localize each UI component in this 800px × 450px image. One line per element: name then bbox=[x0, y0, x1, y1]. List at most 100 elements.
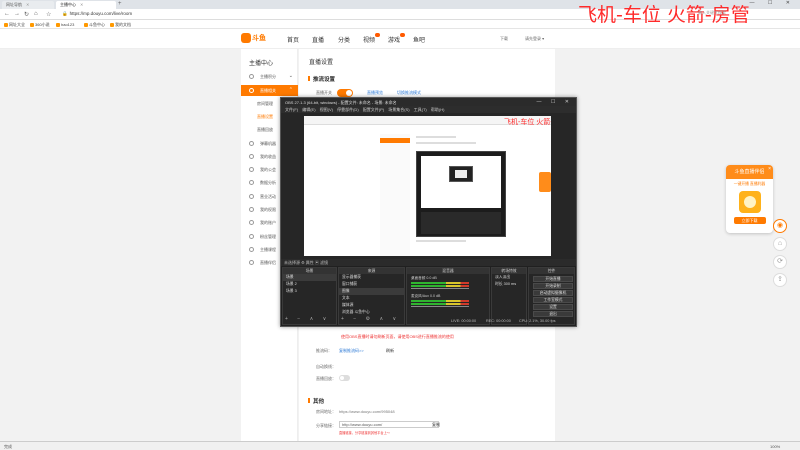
sidebar-item-live[interactable]: 直播相关 ⌃ bbox=[241, 85, 298, 96]
companion-icon bbox=[249, 260, 254, 265]
star-icon[interactable]: ☆ bbox=[46, 11, 51, 18]
browser-tab[interactable]: 网址导航 ✕ bbox=[2, 1, 54, 9]
obs-preview[interactable]: 飞机-车位 火箭-房管 bbox=[281, 113, 576, 259]
virtual-camera-button[interactable]: 启动虚拟摄像机 bbox=[533, 290, 573, 296]
promo-widget[interactable]: 斗鱼直播伴侣 × 一键开播 直播利器 立即下载 bbox=[726, 165, 773, 233]
source-item[interactable]: 图像 bbox=[339, 288, 404, 295]
start-recording-button[interactable]: 开始录制 bbox=[533, 283, 573, 289]
nested-obs-canvas bbox=[421, 156, 501, 208]
obs-window-controls[interactable]: — ☐ ✕ bbox=[537, 99, 573, 105]
volume-slider[interactable] bbox=[411, 306, 469, 307]
replay-label: 直播回放： bbox=[316, 376, 336, 381]
scene-item[interactable]: 场景 2 bbox=[283, 281, 336, 288]
refresh-button[interactable]: 刷新 bbox=[386, 348, 394, 354]
obs-menu-bar[interactable]: 文件(F) 编辑(E) 视图(V) 停靠部件(D) 配置文件(P) 场景集合(S… bbox=[281, 106, 576, 113]
home-icon[interactable]: ⌂ bbox=[34, 11, 38, 17]
zoom-level[interactable]: 100% bbox=[770, 444, 780, 449]
settings-button[interactable]: 设置 bbox=[533, 304, 573, 310]
bookmark-item[interactable]: 我的文档 bbox=[110, 22, 131, 28]
lock-icon: 🔒 bbox=[62, 11, 68, 16]
dock-title: 控件 bbox=[529, 268, 574, 274]
bookmark-item[interactable]: 斗鱼中心 bbox=[84, 22, 105, 28]
home-icon[interactable]: ⌂ bbox=[773, 237, 787, 251]
obs-window: OBS 27.1.3 (64-bit, windows) - 配置文件: 未命名… bbox=[280, 97, 577, 327]
preview-canvas: 飞机-车位 火箭-房管 bbox=[304, 116, 551, 256]
refresh-icon[interactable]: ↻ bbox=[24, 11, 29, 18]
forward-icon[interactable]: → bbox=[14, 11, 20, 17]
new-badge bbox=[400, 33, 406, 37]
source-item[interactable]: 显示器捕获 bbox=[339, 274, 404, 281]
auto-line-label: 自动换线： bbox=[316, 364, 336, 369]
course-icon bbox=[249, 247, 254, 252]
source-item[interactable]: 文本 bbox=[339, 295, 404, 302]
tab-label: 网址导航 bbox=[6, 2, 22, 7]
exit-button[interactable]: 退出 bbox=[533, 311, 573, 317]
status-text: 完成 bbox=[4, 444, 12, 449]
guild-icon bbox=[249, 167, 254, 172]
scene-item[interactable]: 场景 3 bbox=[283, 288, 336, 295]
bookmark-item[interactable]: hao123 bbox=[56, 22, 74, 27]
new-tab-button[interactable]: + bbox=[118, 1, 122, 7]
stream-code-label: 推流码： bbox=[316, 348, 332, 353]
site-logo[interactable]: 斗鱼 bbox=[241, 32, 271, 45]
bookmark-icon bbox=[56, 22, 60, 27]
nav-fishbar[interactable]: 鱼吧 bbox=[413, 35, 425, 44]
login-link[interactable]: 请先登录 ▾ bbox=[525, 36, 544, 42]
dock-toolbar[interactable]: + − ⚙ ∧ ∨ bbox=[341, 316, 400, 322]
feedback-icon[interactable]: ◉ bbox=[773, 219, 787, 233]
stream-code-link[interactable]: 复制推流码>> bbox=[339, 348, 364, 354]
start-streaming-button[interactable]: 开始直播 bbox=[533, 276, 573, 282]
nav-home[interactable]: 首页 bbox=[287, 35, 299, 44]
browser-tab-active[interactable]: 主播中心 ✕ bbox=[56, 1, 116, 9]
room-url-value: https://www.douyu.com/995048 bbox=[339, 409, 395, 414]
bookmark-item[interactable]: 网址大全 bbox=[4, 22, 25, 28]
back-icon[interactable]: ← bbox=[4, 11, 10, 17]
close-icon[interactable]: ✕ bbox=[80, 2, 83, 7]
nav-video[interactable]: 视频 bbox=[363, 33, 381, 44]
account-icon bbox=[249, 220, 254, 225]
copy-button[interactable]: 复制 bbox=[432, 422, 440, 428]
refresh-icon[interactable]: ⟳ bbox=[773, 255, 787, 269]
share-link-input[interactable]: http://www.douyu.com/ bbox=[339, 421, 439, 428]
mixer-dock: 混音器 桌面音频 0.0 dB 麦克风/Aux 0.0 dB bbox=[406, 267, 490, 325]
mixer-channel-label: 桌面音频 0.0 dB bbox=[411, 276, 437, 280]
site-header: 斗鱼 首页 直播 分类 视频 游戏 鱼吧 下载 请先登录 ▾ bbox=[0, 29, 800, 49]
close-icon[interactable]: × bbox=[768, 166, 771, 172]
source-item[interactable]: 媒体源 bbox=[339, 302, 404, 309]
logo-text: 斗鱼 bbox=[252, 35, 266, 42]
live-switch-toggle[interactable] bbox=[337, 89, 353, 97]
window-controls[interactable]: — ☐ ✕ bbox=[750, 0, 796, 6]
controls-dock: 控件 开始直播 开始录制 启动虚拟摄像机 工作室模式 设置 退出 bbox=[528, 267, 575, 325]
close-icon[interactable]: ✕ bbox=[26, 2, 29, 7]
share-icon[interactable]: ⇪ bbox=[773, 273, 787, 287]
new-badge bbox=[375, 33, 381, 37]
section-title-other: 其他 bbox=[307, 398, 325, 405]
source-item[interactable]: 窗口捕获 bbox=[339, 281, 404, 288]
download-link[interactable]: 下载 bbox=[500, 36, 508, 42]
bookmark-item[interactable]: 360小说 bbox=[30, 22, 50, 28]
obs-titlebar: OBS 27.1.3 (64-bit, windows) - 配置文件: 未命名… bbox=[281, 98, 576, 106]
bookmark-icon bbox=[4, 22, 8, 27]
promo-download-button[interactable]: 立即下载 bbox=[733, 217, 766, 224]
obs-context-bar[interactable]: 未选择源 ⚙ 属性 ▣ 滤镜 bbox=[281, 259, 576, 266]
nav-category[interactable]: 分类 bbox=[338, 35, 350, 44]
chevron-up-icon: ⌃ bbox=[288, 87, 293, 93]
switch-mode-link[interactable]: 切换推流模式 bbox=[397, 90, 421, 96]
studio-mode-button[interactable]: 工作室模式 bbox=[533, 297, 573, 303]
url-field[interactable]: 🔒 https://mp.douyu.com/live/room bbox=[62, 11, 442, 18]
volume-slider[interactable] bbox=[411, 288, 469, 289]
nav-game[interactable]: 游戏 bbox=[388, 33, 406, 44]
activity-icon bbox=[249, 194, 254, 199]
transition-select[interactable]: 淡入淡出 bbox=[492, 274, 526, 281]
nested-line bbox=[416, 240, 466, 242]
nav-live[interactable]: 直播 bbox=[312, 35, 324, 44]
fans-icon bbox=[249, 234, 254, 239]
scene-item[interactable]: 场景 bbox=[283, 274, 336, 281]
replay-toggle[interactable] bbox=[339, 375, 350, 381]
preview-link[interactable]: 直播预览 bbox=[367, 90, 383, 96]
promo-mascot bbox=[738, 191, 761, 213]
dock-toolbar[interactable]: + − ∧ ∨ bbox=[285, 316, 330, 322]
sidebar-item[interactable]: 主播积分 ⌄ bbox=[241, 71, 298, 82]
source-item[interactable]: 浏览器 斗鱼中心 bbox=[339, 309, 404, 316]
transition-duration[interactable]: 时长 300 ms bbox=[492, 281, 526, 288]
